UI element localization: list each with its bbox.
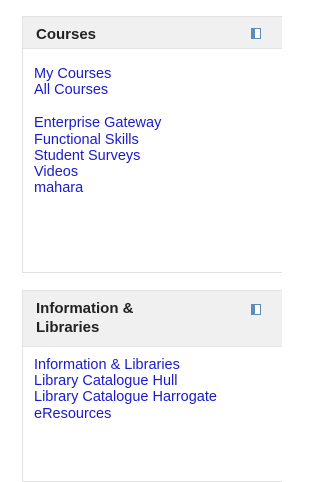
link-eresources[interactable]: eResources: [34, 406, 282, 422]
information-libraries-block-title: Information & Libraries: [36, 300, 134, 336]
courses-block: Courses My Courses All Courses Enterpris…: [22, 16, 282, 273]
link-videos[interactable]: Videos: [34, 164, 282, 180]
courses-block-title: Courses: [36, 26, 97, 43]
information-libraries-block: Information & Libraries Information & Li…: [22, 290, 282, 482]
courses-main-links: My Courses All Courses: [34, 49, 282, 98]
link-all-courses[interactable]: All Courses: [34, 82, 282, 98]
information-libraries-links: Information & Libraries Library Catalogu…: [34, 347, 282, 422]
link-student-surveys[interactable]: Student Surveys: [34, 148, 282, 164]
information-libraries-block-content: Information & Libraries Library Catalogu…: [23, 347, 282, 422]
link-library-catalogue-harrogate[interactable]: Library Catalogue Harrogate: [34, 389, 282, 405]
dock-block-icon[interactable]: [251, 28, 261, 39]
link-library-catalogue-hull[interactable]: Library Catalogue Hull: [34, 373, 282, 389]
link-information-libraries[interactable]: Information & Libraries: [34, 357, 282, 373]
courses-block-content: My Courses All Courses Enterprise Gatewa…: [23, 49, 282, 196]
link-enterprise-gateway[interactable]: Enterprise Gateway: [34, 115, 282, 131]
courses-extra-links: Enterprise Gateway Functional Skills Stu…: [34, 98, 282, 196]
information-libraries-block-header: Information & Libraries: [23, 291, 282, 347]
link-mahara[interactable]: mahara: [34, 180, 282, 196]
link-functional-skills[interactable]: Functional Skills: [34, 132, 282, 148]
dock-block-icon[interactable]: [251, 304, 261, 315]
courses-block-header: Courses: [23, 17, 282, 49]
link-my-courses[interactable]: My Courses: [34, 66, 282, 82]
